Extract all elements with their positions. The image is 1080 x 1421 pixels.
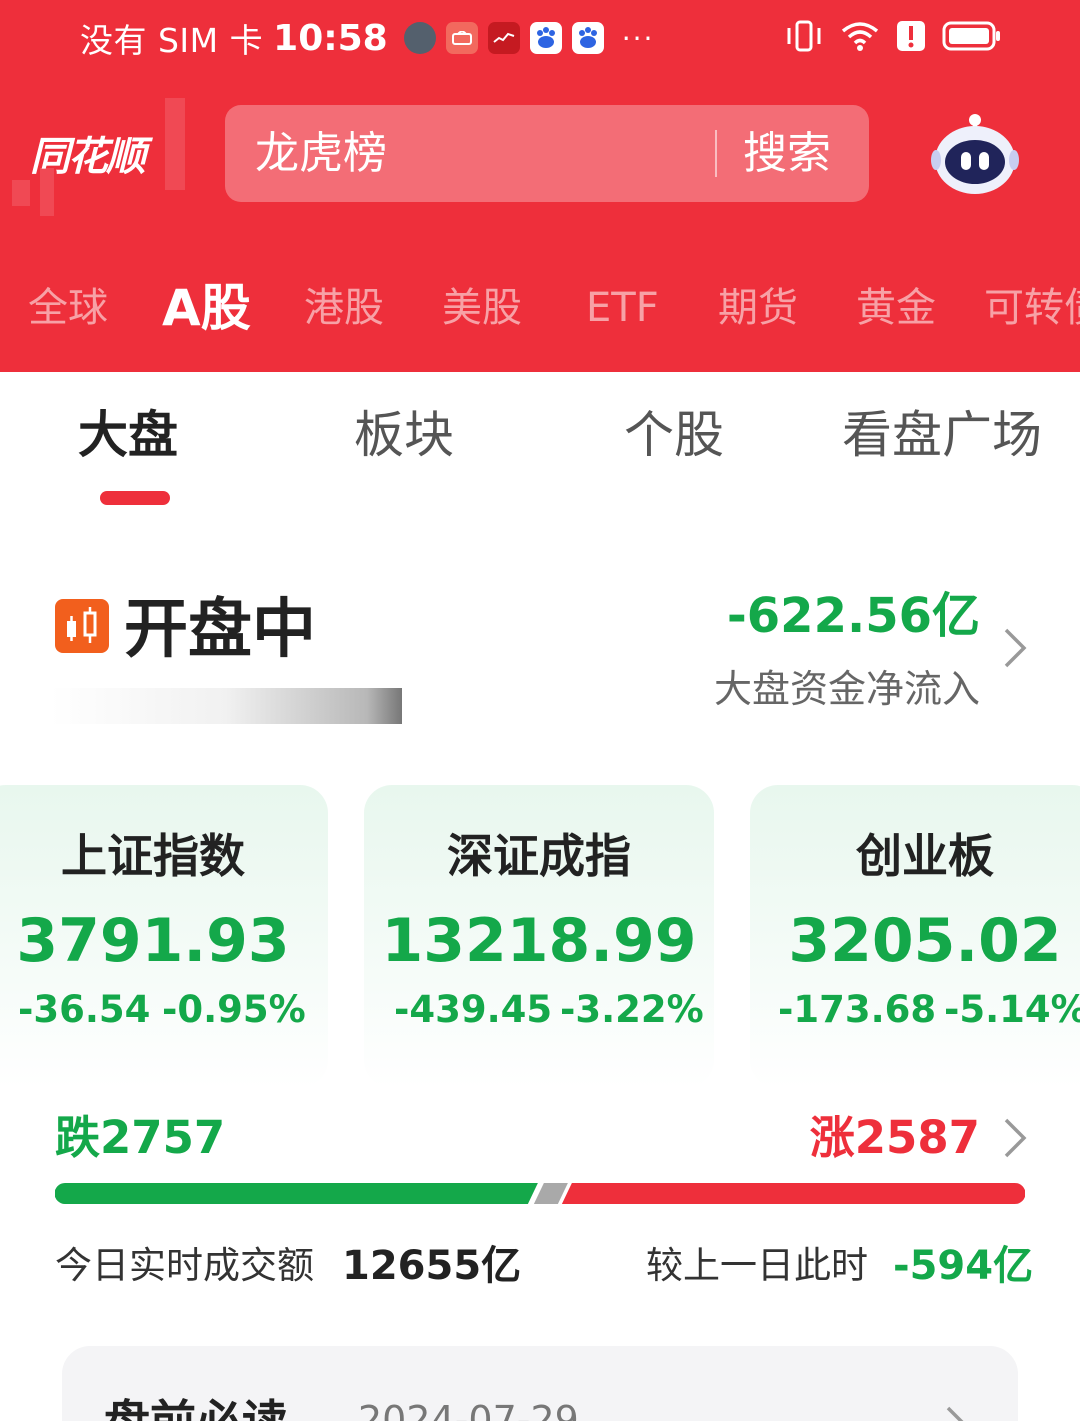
search-input[interactable]: 龙虎榜 [255, 105, 387, 202]
index-value: 3205.02 [788, 906, 1062, 976]
search-divider [715, 130, 717, 177]
tab-etf[interactable]: ETF [586, 270, 659, 346]
falling-stocks-count: 跌2757 [55, 1111, 226, 1164]
app-header: 没有 SIM 卡 10:58 ··· 同花顺 龙虎榜 搜索 全球 A股 港股 美… [0, 0, 1080, 372]
baidu-icon [529, 22, 562, 54]
tab-futures[interactable]: 期货 [718, 270, 798, 346]
turnover-label: 今日实时成交额 [55, 1244, 314, 1287]
app-logo: 同花顺 [30, 134, 146, 180]
index-card-chinext[interactable]: 创业板 3205.02 -173.68 -5.14% [750, 785, 1080, 1088]
index-change-pct: -0.95% [162, 988, 306, 1031]
candle-decoration [165, 98, 185, 190]
huawei-app-icon [445, 22, 478, 54]
tab-convertible-bonds[interactable]: 可转债 [984, 270, 1080, 346]
turnover-value: 12655亿 [342, 1243, 522, 1289]
index-change: -36.54 [18, 988, 151, 1031]
market-status-label: 开盘中 [124, 593, 316, 667]
status-bar: 没有 SIM 卡 10:58 ··· [0, 0, 1080, 76]
chevron-right-icon[interactable] [1000, 626, 1030, 674]
candle-decoration [12, 180, 30, 206]
index-card-shanghai[interactable]: 上证指数 3791.93 -36.54 -0.95% [0, 785, 328, 1088]
index-card-shenzhen[interactable]: 深证成指 13218.99 -439.45 -3.22% [364, 785, 714, 1088]
active-tab-indicator [100, 491, 170, 505]
index-value: 3791.93 [16, 906, 290, 976]
wifi-icon [840, 19, 880, 57]
search-button[interactable]: 搜索 [743, 105, 831, 202]
tab-a-shares[interactable]: A股 [162, 270, 251, 346]
index-name: 上证指数 [61, 829, 245, 883]
battery-icon [942, 20, 1002, 56]
tab-gold[interactable]: 黄金 [856, 270, 936, 346]
tab-us-stocks[interactable]: 美股 [442, 270, 522, 346]
alert-icon [896, 19, 926, 57]
fund-flow-value[interactable]: -622.56亿 [727, 588, 980, 644]
index-change-pct: -5.14% [944, 988, 1080, 1031]
vibrate-icon [784, 19, 824, 57]
tab-market-square[interactable]: 看盘广场 [842, 400, 1042, 470]
tab-market-overview[interactable]: 大盘 [78, 400, 178, 470]
card-title: 盘前必读 [104, 1386, 288, 1421]
chevron-right-icon[interactable] [1000, 1116, 1030, 1164]
rise-fall-ratio-bar [55, 1183, 1025, 1204]
ai-robot-icon[interactable] [930, 110, 1020, 196]
candlestick-icon [55, 599, 109, 653]
pre-market-reading-card[interactable]: 盘前必读 2024-07-29 [62, 1346, 1018, 1421]
tab-global[interactable]: 全球 [28, 270, 108, 346]
index-change: -439.45 [394, 988, 553, 1031]
carrier-label: 没有 SIM 卡 [80, 21, 264, 60]
card-date: 2024-07-29 [358, 1398, 579, 1421]
index-name: 深证成指 [447, 829, 631, 883]
more-notifications-icon: ··· [621, 21, 655, 55]
chevron-right-icon[interactable] [942, 1404, 972, 1421]
rising-stocks-count[interactable]: 涨2587 [810, 1110, 980, 1166]
turnover-compare-label: 较上一日此时 [646, 1244, 868, 1287]
index-value: 13218.99 [381, 906, 697, 976]
index-change: -173.68 [778, 988, 937, 1031]
market-tabs: 全球 A股 港股 美股 ETF 期货 黄金 可转债 [0, 270, 1080, 346]
flat-bar-segment [533, 1183, 568, 1204]
photo-icon [403, 22, 436, 54]
rise-bar-segment [561, 1183, 1025, 1204]
baidu-icon [571, 22, 604, 54]
blurred-placeholder [50, 688, 402, 724]
tab-individual-stocks[interactable]: 个股 [624, 400, 724, 470]
clock: 10:58 [273, 17, 388, 59]
index-name: 创业板 [856, 829, 994, 883]
red-app-icon [487, 22, 520, 54]
tab-hk-stocks[interactable]: 港股 [304, 270, 384, 346]
turnover-compare-value: -594亿 [893, 1243, 1034, 1289]
search-bar[interactable]: 龙虎榜 搜索 [225, 105, 869, 202]
fall-bar-segment [55, 1183, 538, 1204]
tab-sectors[interactable]: 板块 [354, 400, 454, 470]
index-change-pct: -3.22% [560, 988, 704, 1031]
fund-flow-label[interactable]: 大盘资金净流入 [714, 664, 980, 714]
